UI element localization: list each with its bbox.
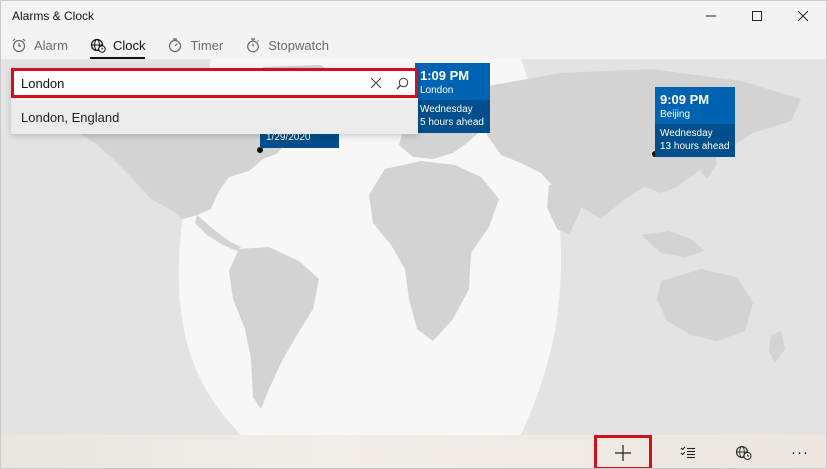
tab-clock-label: Clock bbox=[112, 37, 146, 53]
clear-search-button[interactable] bbox=[363, 71, 389, 95]
city-card-beijing-name: Beijing bbox=[660, 109, 691, 120]
close-icon bbox=[371, 78, 381, 88]
search-suggestion-item[interactable]: London, England bbox=[11, 101, 418, 134]
compare-button[interactable] bbox=[716, 435, 772, 468]
tab-stopwatch[interactable]: Stopwatch bbox=[245, 33, 329, 57]
globe-clock-icon bbox=[90, 38, 106, 53]
tab-bar: Alarm Clock Timer Stopwatch bbox=[11, 33, 351, 59]
minimize-button[interactable] bbox=[688, 1, 734, 31]
tab-alarm-label: Alarm bbox=[34, 37, 68, 53]
app-window: Alarms & Clock Alarm Clock Timer Stopwat… bbox=[0, 0, 827, 469]
search-button[interactable] bbox=[389, 71, 415, 95]
add-button[interactable] bbox=[594, 435, 652, 468]
city-card-beijing-time: 9:09 PM bbox=[660, 92, 710, 107]
timer-icon bbox=[169, 38, 182, 53]
stopwatch-icon bbox=[247, 38, 260, 53]
city-search-popup: London, England bbox=[11, 68, 418, 134]
city-card-london-name: London bbox=[420, 85, 454, 96]
close-window-icon bbox=[798, 11, 808, 21]
tab-stopwatch-label: Stopwatch bbox=[268, 37, 329, 53]
minimize-icon bbox=[706, 15, 716, 17]
more-button[interactable]: ··· bbox=[772, 435, 826, 468]
city-card-london-offset: 5 hours ahead bbox=[420, 117, 484, 128]
search-suggestion-label: London, England bbox=[21, 110, 120, 125]
bottom-command-bar: ··· bbox=[1, 435, 826, 468]
compare-clock-icon bbox=[735, 445, 752, 460]
app-title: Alarms & Clock bbox=[12, 9, 95, 23]
close-button[interactable] bbox=[780, 1, 826, 31]
city-card-london[interactable]: 1:09 PM London Wednesday 5 hours ahead bbox=[415, 63, 490, 133]
city-card-beijing-offset: 13 hours ahead bbox=[660, 141, 730, 152]
city-card-beijing-day: Wednesday bbox=[660, 128, 713, 139]
tab-clock[interactable]: Clock bbox=[89, 33, 146, 59]
search-input[interactable] bbox=[14, 71, 363, 95]
maximize-icon bbox=[752, 11, 762, 21]
city-card-london-time: 1:09 PM bbox=[420, 68, 470, 83]
select-button[interactable] bbox=[660, 435, 716, 468]
more-icon: ··· bbox=[791, 444, 809, 461]
city-card-beijing[interactable]: 9:09 PM Beijing Wednesday 13 hours ahead bbox=[655, 87, 735, 157]
tab-timer-label: Timer bbox=[190, 37, 224, 53]
checklist-icon bbox=[680, 446, 695, 458]
city-card-london-day: Wednesday bbox=[420, 104, 473, 115]
tab-alarm[interactable]: Alarm bbox=[11, 33, 68, 57]
window-controls bbox=[688, 1, 826, 31]
title-bar: Alarms & Clock bbox=[1, 1, 826, 31]
tab-timer[interactable]: Timer bbox=[167, 33, 223, 57]
maximize-button[interactable] bbox=[734, 1, 780, 31]
alarm-icon bbox=[12, 38, 26, 53]
search-icon bbox=[396, 77, 408, 89]
search-box bbox=[11, 68, 418, 98]
plus-icon bbox=[615, 444, 631, 461]
